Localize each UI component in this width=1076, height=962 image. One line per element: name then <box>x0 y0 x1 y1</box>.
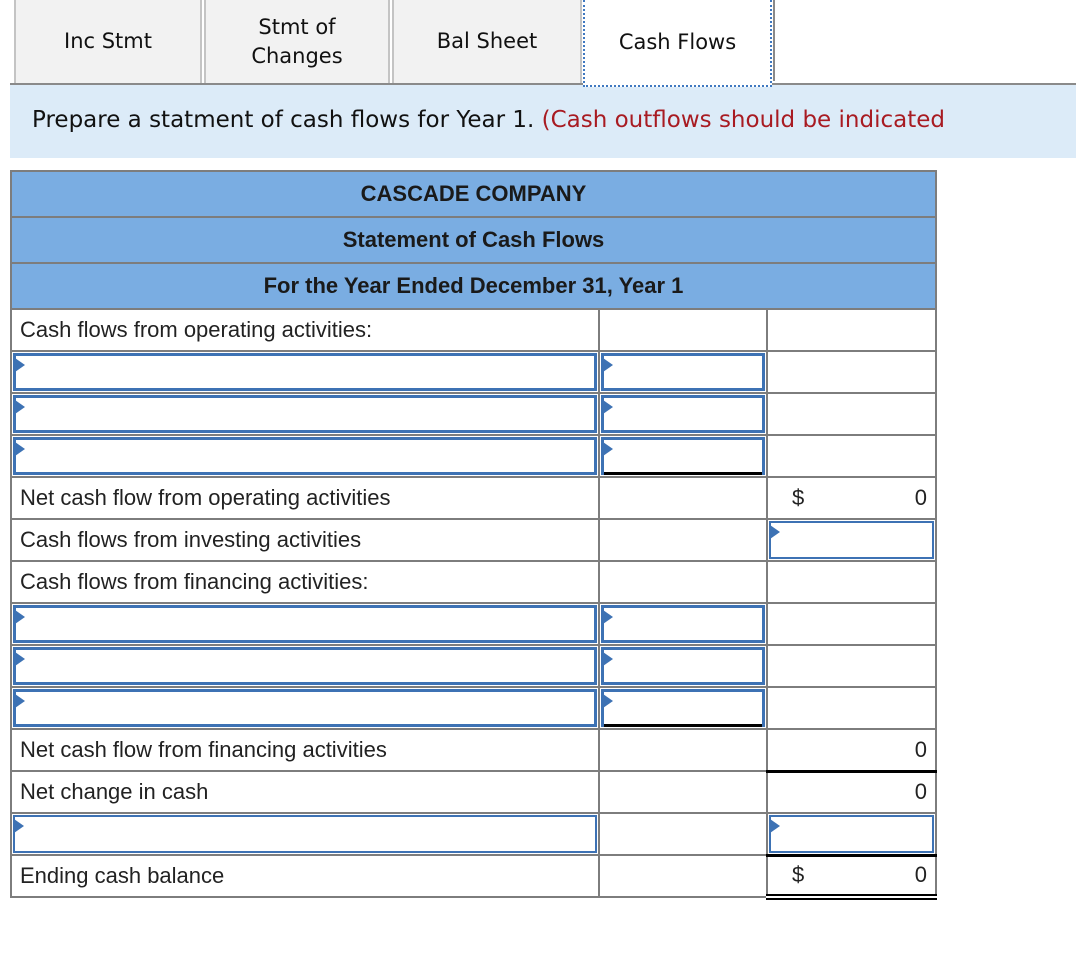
statement-period: For the Year Ended December 31, Year 1 <box>10 262 937 310</box>
net-change-cell: 0 <box>766 770 937 814</box>
statement-title: Statement of Cash Flows <box>10 216 937 264</box>
financing-header: Cash flows from financing activities: <box>10 560 600 604</box>
dropdown-flag-icon <box>15 358 25 372</box>
tab-stmt-of-changes[interactable]: Stmt of Changes <box>204 0 390 83</box>
company-name: CASCADE COMPANY <box>10 170 937 218</box>
dropdown-flag-icon <box>770 819 780 833</box>
table-row: Cash flows from investing activities <box>10 518 937 562</box>
table-row: Ending cash balance $0 <box>10 854 937 900</box>
tab-label: Stmt of Changes <box>251 14 343 68</box>
instruction-banner: Prepare a statment of cash flows for Yea… <box>10 85 1076 158</box>
table-row: Net cash flow from operating activities … <box>10 476 937 520</box>
dropdown-flag-icon <box>15 652 25 666</box>
financing-input-row <box>10 644 937 688</box>
net-operating-value: 0 <box>914 485 927 510</box>
financing-input-row <box>10 686 937 730</box>
beginning-cash-amount-input[interactable] <box>769 815 934 853</box>
dropdown-flag-icon <box>14 819 24 833</box>
operating-amount-2-input[interactable] <box>601 395 765 433</box>
tab-bal-sheet[interactable]: Bal Sheet <box>392 0 582 83</box>
dropdown-flag-icon <box>603 358 613 372</box>
tab-strip: Inc Stmt Stmt of Changes Bal Sheet Cash … <box>0 0 1076 87</box>
operating-amount-3-input[interactable] <box>601 437 765 475</box>
tab-label: Cash Flows <box>618 30 737 54</box>
financing-input-row <box>10 602 937 646</box>
operating-item-3-select[interactable] <box>13 437 597 475</box>
ending-cash-value: 0 <box>914 862 927 888</box>
currency-symbol: $ <box>792 485 805 510</box>
tab-inc-stmt[interactable]: Inc Stmt <box>14 0 202 83</box>
tab-cash-flows[interactable]: Cash Flows <box>583 0 775 87</box>
operating-item-1-select[interactable] <box>13 353 597 391</box>
subtotal-underline <box>604 724 762 727</box>
financing-item-3-select[interactable] <box>13 689 597 727</box>
dropdown-flag-icon <box>770 525 780 539</box>
operating-input-row <box>10 350 937 394</box>
financing-item-1-select[interactable] <box>13 605 597 643</box>
dropdown-flag-icon <box>15 610 25 624</box>
financing-item-2-select[interactable] <box>13 647 597 685</box>
instruction-note: (Cash outflows should be indicated <box>541 107 945 133</box>
dropdown-flag-icon <box>15 400 25 414</box>
operating-amount-1-input[interactable] <box>601 353 765 391</box>
cash-flow-statement: CASCADE COMPANY Statement of Cash Flows … <box>10 170 937 900</box>
operating-input-row <box>10 434 937 478</box>
beginning-input-row <box>10 812 937 857</box>
net-change-label: Net change in cash <box>10 770 600 814</box>
financing-amount-1-input[interactable] <box>601 605 765 643</box>
tab-label: Inc Stmt <box>64 29 152 53</box>
tab-label: Bal Sheet <box>436 29 538 53</box>
dropdown-flag-icon <box>15 694 25 708</box>
table-row: Net change in cash 0 <box>10 770 937 814</box>
investing-amount-input[interactable] <box>769 521 934 559</box>
net-financing-cell: 0 <box>766 728 937 773</box>
investing-label: Cash flows from investing activities <box>10 518 600 562</box>
financing-amount-2-input[interactable] <box>601 647 765 685</box>
operating-header: Cash flows from operating activities: <box>10 308 600 352</box>
table-row: Cash flows from financing activities: <box>10 560 937 604</box>
subtotal-underline <box>604 472 762 475</box>
financing-amount-3-input[interactable] <box>601 689 765 727</box>
net-financing-value: 0 <box>914 736 927 762</box>
ending-cash-label: Ending cash balance <box>10 854 600 898</box>
net-operating-cell: $0 <box>766 476 937 520</box>
beginning-cash-label-select[interactable] <box>13 815 597 853</box>
net-operating-label: Net cash flow from operating activities <box>10 476 600 520</box>
currency-symbol: $ <box>792 862 805 888</box>
table-row: Cash flows from operating activities: <box>10 308 937 352</box>
operating-input-row <box>10 392 937 436</box>
instruction-text: Prepare a statment of cash flows for Yea… <box>32 107 542 133</box>
operating-item-2-select[interactable] <box>13 395 597 433</box>
dropdown-flag-icon <box>15 442 25 456</box>
dropdown-flag-icon <box>603 400 613 414</box>
dropdown-flag-icon <box>603 694 613 708</box>
dropdown-flag-icon <box>603 442 613 456</box>
table-row: Net cash flow from financing activities … <box>10 728 937 773</box>
net-financing-label: Net cash flow from financing activities <box>10 728 600 772</box>
dropdown-flag-icon <box>603 610 613 624</box>
dropdown-flag-icon <box>603 652 613 666</box>
net-change-value: 0 <box>914 779 927 805</box>
ending-cash-cell: $0 <box>766 854 937 900</box>
